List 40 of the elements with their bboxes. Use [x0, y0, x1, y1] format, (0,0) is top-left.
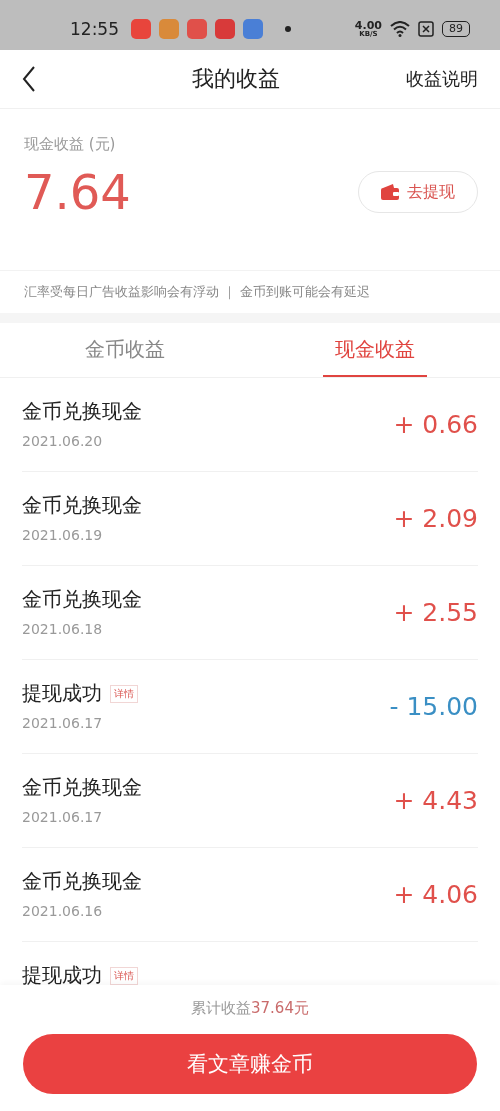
record-title: 金币兑换现金 — [22, 398, 142, 425]
record-title: 提现成功 — [22, 962, 102, 985]
exchange-note: 汇率受每日广告收益影响会有浮动 ｜ 金币到账可能会有延迟 — [0, 271, 500, 323]
battery-level: 89 — [442, 21, 470, 37]
record-date: 2021.06.17 — [22, 715, 104, 731]
status-time: 12:55 — [70, 19, 119, 39]
record-date: 2021.06.19 — [22, 527, 104, 543]
record-title: 金币兑换现金 — [22, 868, 142, 895]
record-amount: + 0.66 — [393, 410, 478, 439]
record-date: 2021.06.16 — [22, 903, 104, 919]
dot-icon — [285, 26, 291, 32]
wifi-icon — [390, 21, 410, 37]
total-earnings-label: 累计收益 — [191, 999, 251, 1018]
record-amount: + 4.43 — [393, 786, 478, 815]
record-title: 提现成功 — [22, 680, 102, 707]
earnings-tab[interactable]: 金币收益 — [73, 323, 177, 377]
total-earnings-value: 37.64元 — [251, 999, 309, 1018]
record-date: 2021.06.18 — [22, 621, 104, 637]
earnings-info-link[interactable]: 收益说明 — [406, 67, 478, 91]
earnings-tab[interactable]: 现金收益 — [323, 323, 427, 377]
record-amount: + 2.55 — [393, 598, 478, 627]
record-title: 金币兑换现金 — [22, 586, 142, 613]
details-link[interactable]: 详情 — [110, 966, 138, 985]
earn-coins-button[interactable]: 看文章赚金币 — [23, 1034, 477, 1094]
record-amount: + 4.06 — [393, 880, 478, 909]
record-title: 金币兑换现金 — [22, 492, 142, 519]
wallet-icon — [381, 184, 399, 200]
record-date: 2021.06.20 — [22, 433, 104, 449]
back-icon[interactable] — [22, 66, 36, 92]
record-amount: + 2.09 — [393, 504, 478, 533]
cash-amount: 7.64 — [24, 164, 131, 220]
cash-earnings-label: 现金收益 (元) — [24, 135, 117, 154]
withdraw-button[interactable]: 去提现 — [358, 171, 478, 213]
record-date: 2021.06.17 — [22, 809, 104, 825]
details-link[interactable]: 详情 — [110, 684, 138, 703]
record-amount: - 15.00 — [389, 692, 478, 721]
sim-icon — [418, 21, 434, 37]
record-title: 金币兑换现金 — [22, 774, 142, 801]
page-title: 我的收益 — [192, 65, 280, 93]
network-speed: 4.00 — [354, 20, 382, 31]
